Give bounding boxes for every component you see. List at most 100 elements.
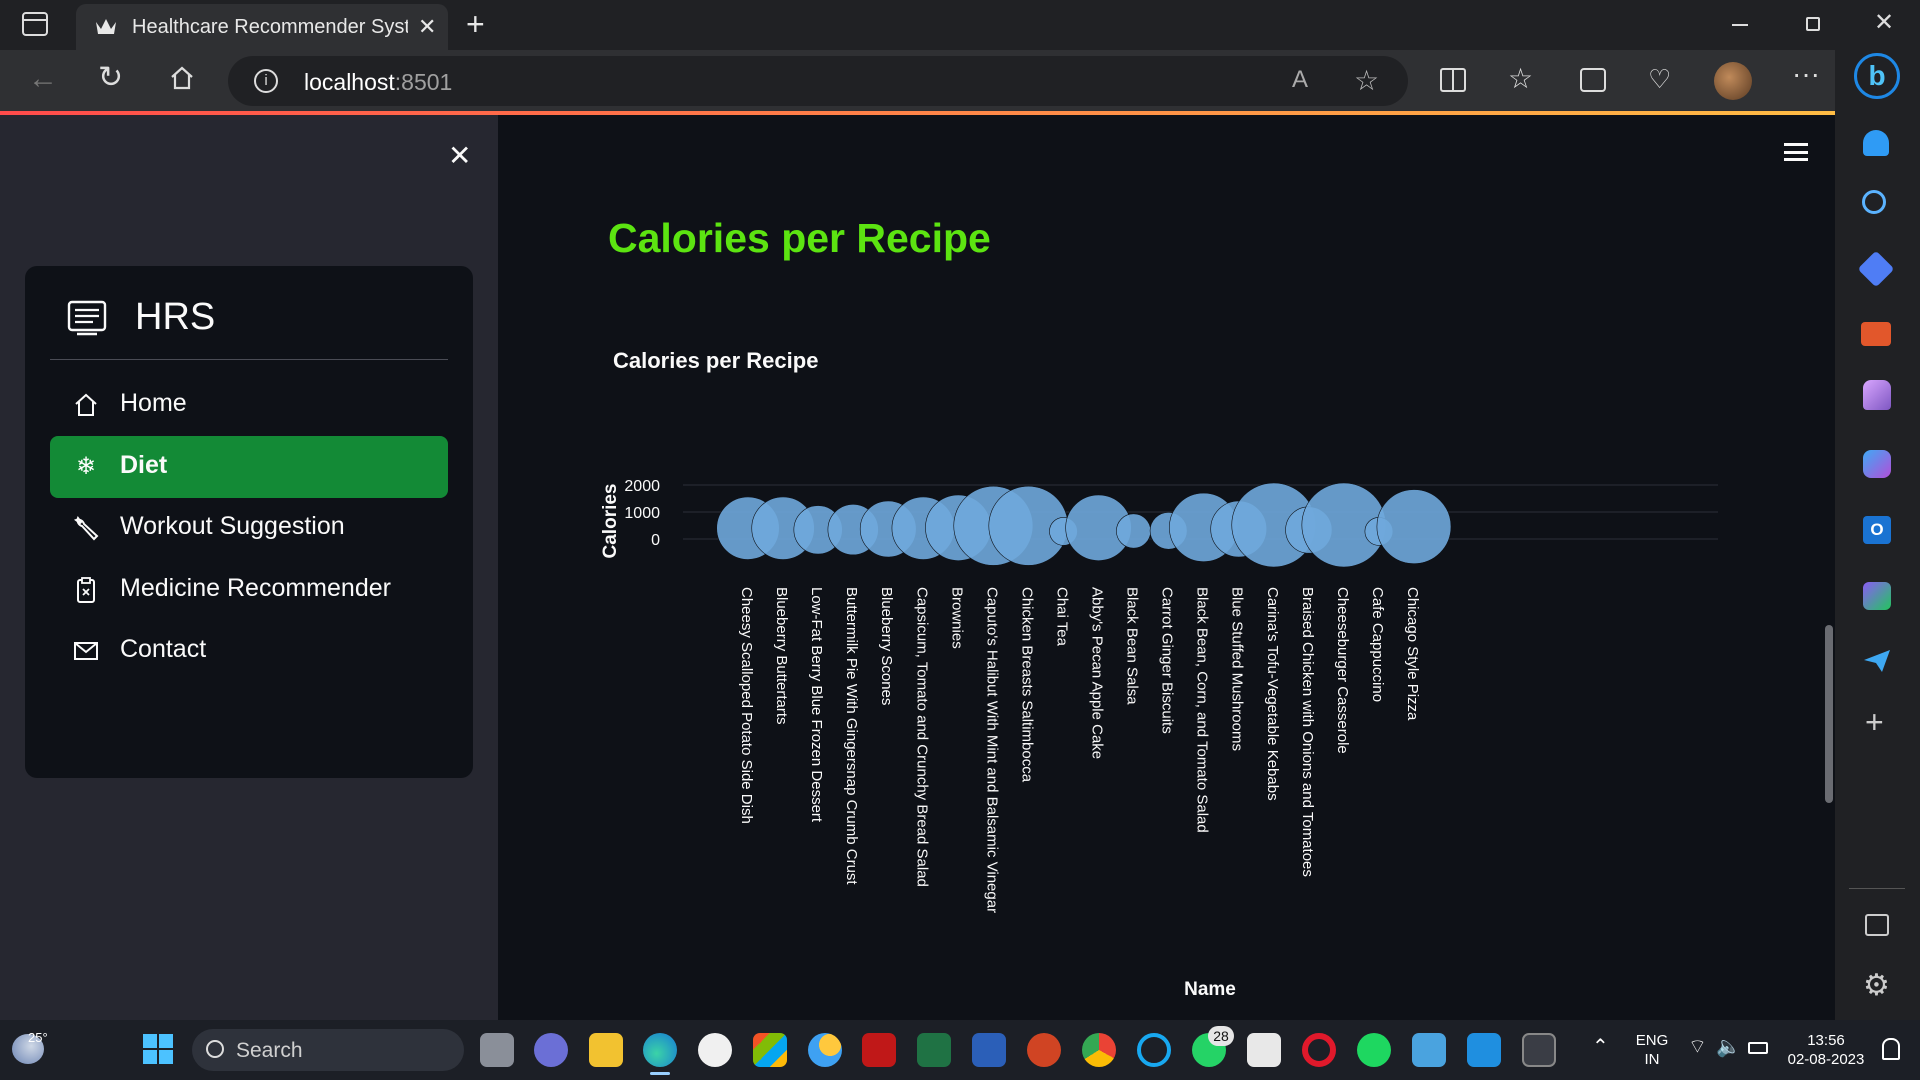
- x-axis-label: Name: [1184, 979, 1236, 1000]
- x-tick-label: Blueberry Buttertarts: [773, 587, 790, 725]
- new-tab-icon[interactable]: +: [466, 6, 485, 43]
- language-indicator[interactable]: ENG IN: [1630, 1031, 1674, 1069]
- notepad-plus-icon[interactable]: [1247, 1033, 1281, 1067]
- streamlit-crown-icon: [94, 16, 118, 43]
- split-screen-icon[interactable]: [1440, 68, 1466, 92]
- shopping-tag-icon[interactable]: [1857, 250, 1895, 288]
- github-icon[interactable]: [698, 1033, 732, 1067]
- weather-app-icon[interactable]: [808, 1033, 842, 1067]
- x-tick-label: Chicago Style Pizza: [1404, 587, 1421, 721]
- notifications-bell-icon[interactable]: [1863, 130, 1889, 156]
- page-scrollbar[interactable]: [1825, 625, 1833, 803]
- microsoft-store-icon[interactable]: [753, 1033, 787, 1067]
- chrome-icon[interactable]: [1082, 1033, 1116, 1067]
- notification-center-icon[interactable]: [1882, 1038, 1900, 1060]
- browser-essentials-icon[interactable]: ♡: [1648, 64, 1671, 95]
- task-view-icon[interactable]: [480, 1033, 514, 1067]
- clock[interactable]: 13:56 02-08-2023: [1782, 1031, 1870, 1069]
- house-icon: [72, 391, 100, 419]
- url-port: :8501: [394, 69, 453, 95]
- clock-time: 13:56: [1807, 1032, 1845, 1049]
- menu-item-medicine[interactable]: Medicine Recommender: [50, 559, 448, 621]
- active-app-indicator: [650, 1072, 670, 1075]
- y-tick-label: 2000: [624, 478, 660, 495]
- sidebar-settings-icon[interactable]: ⚙: [1863, 968, 1890, 1003]
- add-sidebar-app-icon[interactable]: +: [1865, 704, 1884, 741]
- language-top: ENG: [1635, 1032, 1669, 1049]
- windows-start-icon[interactable]: [143, 1034, 173, 1064]
- read-aloud-icon[interactable]: A: [1292, 66, 1308, 94]
- hide-sidebar-icon[interactable]: [1865, 914, 1889, 936]
- back-icon[interactable]: ←: [28, 62, 58, 96]
- show-hidden-icons-chevron[interactable]: ⌃: [1592, 1034, 1609, 1059]
- site-info-icon[interactable]: i: [254, 69, 278, 93]
- y-axis-label: Calories: [600, 484, 621, 559]
- navigation-menu: HRS Home ❄ Diet Workout Suggestion Medic…: [25, 266, 473, 778]
- url-text[interactable]: localhost:8501: [304, 69, 452, 96]
- bing-copilot-icon[interactable]: b: [1854, 53, 1900, 99]
- browser-tab[interactable]: Healthcare Recommender System ✕: [76, 4, 448, 50]
- weather-temperature: 25°: [28, 1030, 48, 1045]
- search-sidebar-icon[interactable]: [1862, 190, 1886, 214]
- opera-icon[interactable]: [1302, 1033, 1336, 1067]
- battery-icon[interactable]: [1748, 1042, 1768, 1054]
- mcafee-icon[interactable]: [862, 1033, 896, 1067]
- collections-icon[interactable]: [1580, 68, 1606, 92]
- restore-icon[interactable]: [1806, 17, 1820, 31]
- refresh-icon[interactable]: ↻: [98, 60, 123, 95]
- teams-chat-icon[interactable]: [534, 1033, 568, 1067]
- menu-brand-title: HRS: [135, 296, 216, 338]
- snowflake-icon: ❄: [75, 453, 97, 480]
- minimize-icon[interactable]: [1732, 24, 1748, 26]
- file-explorer-icon[interactable]: [589, 1033, 623, 1067]
- tools-briefcase-icon[interactable]: [1861, 322, 1891, 346]
- home-icon[interactable]: [168, 64, 196, 97]
- vscode-icon[interactable]: [1467, 1033, 1501, 1067]
- x-tick-label: Buttermilk Pie With Gingersnap Crumb Cru…: [843, 587, 860, 885]
- clipboard-icon: [72, 576, 100, 604]
- spotify-icon[interactable]: [1357, 1033, 1391, 1067]
- wifi-icon[interactable]: ⌔: [1688, 1034, 1707, 1059]
- notepad-icon[interactable]: [1412, 1033, 1446, 1067]
- close-window-icon[interactable]: ✕: [1874, 8, 1894, 37]
- terminal-icon[interactable]: [1522, 1033, 1556, 1067]
- close-sidebar-icon[interactable]: ✕: [448, 139, 471, 172]
- hamburger-menu-icon[interactable]: [1784, 143, 1808, 161]
- search-icon: [206, 1040, 224, 1058]
- edge-browser-icon[interactable]: [643, 1033, 677, 1067]
- taskbar-search[interactable]: Search: [192, 1029, 464, 1071]
- x-tick-label: Blueberry Scones: [878, 587, 895, 705]
- tab-actions-icon[interactable]: [22, 12, 48, 36]
- app-sidebar: ✕ HRS Home ❄ Diet Workout Suggestion Med…: [0, 115, 498, 1020]
- volume-icon[interactable]: 🔈: [1716, 1034, 1741, 1059]
- chart-bubbles: [716, 482, 1452, 568]
- menu-item-contact[interactable]: Contact: [50, 620, 448, 682]
- profile-avatar[interactable]: [1714, 62, 1752, 100]
- menu-item-diet[interactable]: ❄ Diet: [50, 436, 448, 498]
- cortana-icon[interactable]: [1137, 1033, 1171, 1067]
- outlook-icon[interactable]: O: [1863, 516, 1891, 544]
- address-bar[interactable]: i localhost:8501 A ☆: [228, 56, 1408, 106]
- microsoft365-icon[interactable]: [1863, 450, 1891, 478]
- favorite-star-icon[interactable]: ☆: [1354, 64, 1379, 97]
- designer-icon[interactable]: [1863, 582, 1891, 610]
- wrench-icon: [72, 514, 100, 542]
- word-icon[interactable]: [972, 1033, 1006, 1067]
- bubble-point[interactable]: [1116, 513, 1151, 549]
- games-icon[interactable]: [1863, 380, 1891, 410]
- close-tab-icon[interactable]: ✕: [418, 14, 436, 40]
- calories-bubble-chart[interactable]: 0 1000 2000 Cheesy Scalloped Potato Side D…: [588, 415, 1818, 1005]
- x-tick-label: Low-Fat Berry Blue Frozen Dessert: [808, 587, 825, 823]
- favorites-icon[interactable]: ☆: [1508, 62, 1533, 95]
- powerpoint-icon[interactable]: [1027, 1033, 1061, 1067]
- menu-item-workout[interactable]: Workout Suggestion: [50, 497, 448, 559]
- menu-item-home[interactable]: Home: [50, 374, 448, 436]
- excel-icon[interactable]: [917, 1033, 951, 1067]
- send-plane-icon[interactable]: [1862, 648, 1892, 679]
- bubble-point[interactable]: [1376, 489, 1452, 564]
- menu-list-icon: [67, 300, 107, 343]
- x-tick-label: Black Bean, Corn, and Tomato Salad: [1194, 587, 1211, 833]
- y-tick-label: 0: [651, 532, 660, 549]
- x-tick-label: Black Bean Salsa: [1124, 587, 1141, 705]
- more-options-icon[interactable]: ···: [1792, 58, 1820, 90]
